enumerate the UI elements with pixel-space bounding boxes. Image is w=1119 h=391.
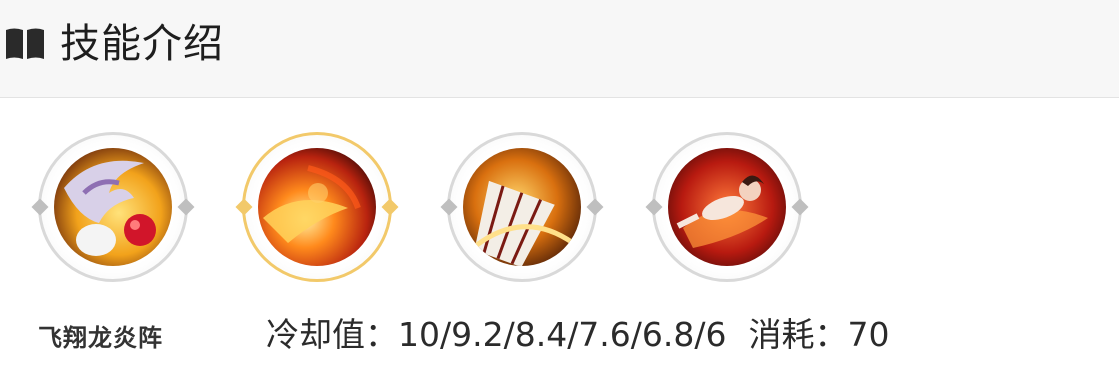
skill-stats: 冷却值：10/9.2/8.4/7.6/6.8/6 消耗：70 — [266, 308, 890, 356]
skill-tab-4[interactable] — [645, 132, 809, 282]
cost-label: 消耗： — [748, 315, 848, 354]
skill-2-icon — [258, 148, 376, 266]
section-header: 技能介绍 — [0, 0, 1119, 98]
cooldown-value: 10/9.2/8.4/7.6/6.8/6 — [398, 315, 727, 354]
cooldown-label: 冷却值： — [266, 315, 398, 354]
skill-3-icon — [463, 148, 581, 266]
skill-tab-2[interactable] — [235, 132, 399, 282]
section-title: 技能介绍 — [60, 21, 224, 67]
skill-1-icon — [54, 148, 172, 266]
skill-4-icon — [668, 148, 786, 266]
book-icon — [6, 28, 44, 59]
skill-list — [0, 98, 1119, 298]
skill-name: 飞翔龙炎阵 — [38, 324, 163, 352]
skill-tab-3[interactable] — [440, 132, 604, 282]
skill-tab-1[interactable] — [31, 132, 195, 282]
cost-value: 70 — [847, 315, 890, 354]
